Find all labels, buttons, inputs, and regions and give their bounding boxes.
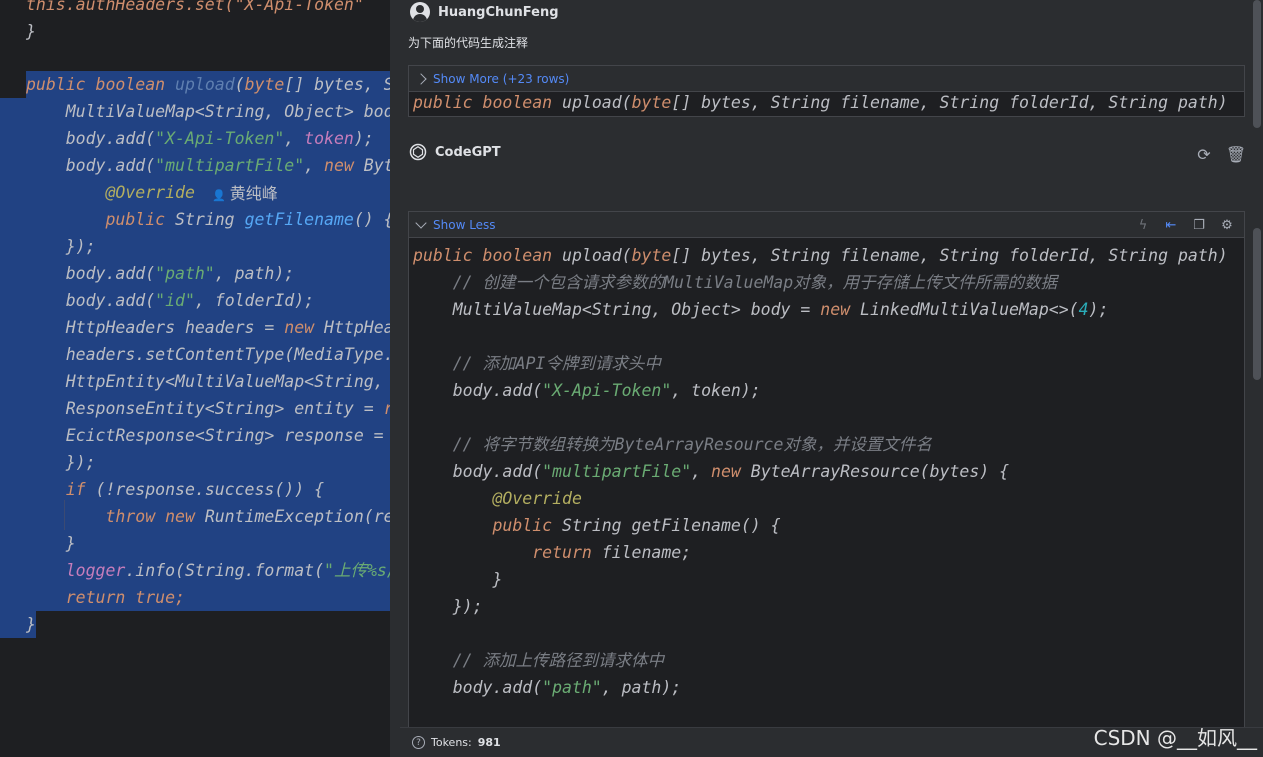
user-prompt-text: 为下面的代码生成注释 (408, 36, 529, 50)
lightning-icon[interactable]: ϟ (1134, 216, 1152, 234)
code-line: public String getFilename() { (26, 210, 394, 229)
trash-icon[interactable]: 🗑 (1226, 143, 1246, 165)
code-text: } (26, 22, 36, 41)
code-line: body.add("path", path); (413, 678, 682, 697)
show-less-label[interactable]: Show Less (433, 218, 496, 232)
code-line: body.add("path", path); (26, 264, 295, 283)
code-line: return true; (26, 588, 185, 607)
show-less-toggle[interactable]: Show Less ϟ ⇤ ❐ ⚙ (409, 212, 1244, 238)
code-line: logger.info(String.format("上传%s/ (26, 561, 397, 580)
codegpt-chat-panel: HuangChunFeng 为下面的代码生成注释 Show More (+23 … (400, 0, 1263, 757)
code-comment: // 添加上传路径到请求体中 (413, 651, 665, 670)
insert-left-icon[interactable]: ⇤ (1162, 216, 1180, 234)
user-avatar-icon (410, 2, 430, 22)
code-line: if (!response.success()) { (26, 480, 325, 499)
code-line: HttpHeaders headers = new HttpHead (26, 318, 400, 337)
tokens-label: Tokens: (431, 736, 472, 749)
code-text: this.authHeaders.set("X-Api-Token" (26, 0, 364, 14)
code-comment: // 创建一个包含请求参数的MultiValueMap对象，用于存储上传文件所需… (413, 273, 1058, 292)
code-line: }); (413, 597, 483, 616)
copy-icon[interactable]: ❐ (1190, 216, 1208, 234)
code-line: body.add("X-Api-Token", token); (413, 381, 761, 400)
help-icon[interactable]: ? (412, 736, 425, 749)
tokens-count: 981 (477, 736, 501, 749)
code-line: ResponseEntity<String> entity = re (26, 399, 400, 418)
code-comment: // 将字节数组转换为ByteArrayResource对象，并设置文件名 (413, 435, 932, 454)
code-line: return filename; (413, 543, 692, 562)
code-line: } (26, 18, 36, 45)
csdn-watermark: CSDN @__如风__ (1093, 726, 1257, 750)
chat-scrollbar-thumb[interactable] (1253, 0, 1261, 128)
code-editor[interactable]: this.authHeaders.set("X-Api-Token" } pub… (0, 0, 400, 757)
chevron-down-icon (415, 216, 427, 229)
code-line: body.add("X-Api-Token", token); (26, 129, 374, 148)
author-name: 黄纯峰 (229, 184, 278, 203)
user-code-block: Show More (+23 rows) public boolean uplo… (408, 65, 1245, 117)
code-comment: // 添加API令牌到请求头中 (413, 354, 661, 373)
code-line: body.add("multipartFile", new Byte (26, 156, 400, 175)
settings-icon[interactable]: ⚙ (1218, 216, 1236, 234)
code-line: @Override (413, 489, 582, 508)
chevron-right-icon (415, 72, 427, 85)
editor-splitter[interactable] (390, 0, 400, 757)
code-line: body.add("id", folderId); (26, 291, 315, 310)
code-line: } (26, 615, 36, 634)
show-more-label[interactable]: Show More (+23 rows) (433, 72, 569, 86)
user-name: HuangChunFeng (438, 4, 559, 20)
openai-logo-icon (409, 143, 427, 161)
code-line: }); (26, 237, 96, 256)
code-line: } (26, 534, 76, 553)
response-code-block: Show Less ϟ ⇤ ❐ ⚙ public boolean upload(… (408, 211, 1245, 757)
code-line: public boolean upload(byte[] bytes, St (26, 75, 400, 94)
refresh-icon[interactable]: ⟳ (1195, 143, 1213, 165)
code-line: public boolean upload(byte[] bytes, Stri… (413, 246, 1228, 265)
code-line: this.authHeaders.set("X-Api-Token" (26, 0, 364, 18)
code-line: HttpEntity<MultiValueMap<String, O (26, 372, 400, 391)
user-message-header: HuangChunFeng (410, 2, 559, 22)
code-line: @Override (26, 183, 195, 202)
person-icon: 👤 (212, 189, 226, 202)
code-line: }); (26, 453, 96, 472)
code-line: body.add("multipartFile", new ByteArrayR… (413, 462, 1010, 481)
code-line: MultiValueMap<String, Object> body = new… (413, 300, 1109, 319)
code-line: headers.setContentType(MediaType.M (26, 345, 400, 364)
code-line: public boolean upload(byte[] bytes, Stri… (413, 93, 1228, 112)
code-block-actions: ϟ ⇤ ❐ ⚙ (1134, 216, 1236, 234)
code-scrollbar-thumb[interactable] (1253, 228, 1261, 380)
bot-name: CodeGPT (435, 144, 501, 160)
code-line: EcictResponse<String> response = e (26, 426, 400, 445)
code-line: public String getFilename() { (413, 516, 781, 535)
bot-message-header: CodeGPT (409, 143, 501, 161)
code-line: throw new RuntimeException(res (26, 507, 400, 526)
author-inlay-hint[interactable]: 👤 黄纯峰 (212, 180, 278, 207)
message-actions: ⟳ 🗑 (1195, 143, 1246, 165)
code-line: MultiValueMap<String, Object> body (26, 102, 400, 121)
code-line: } (413, 570, 503, 589)
